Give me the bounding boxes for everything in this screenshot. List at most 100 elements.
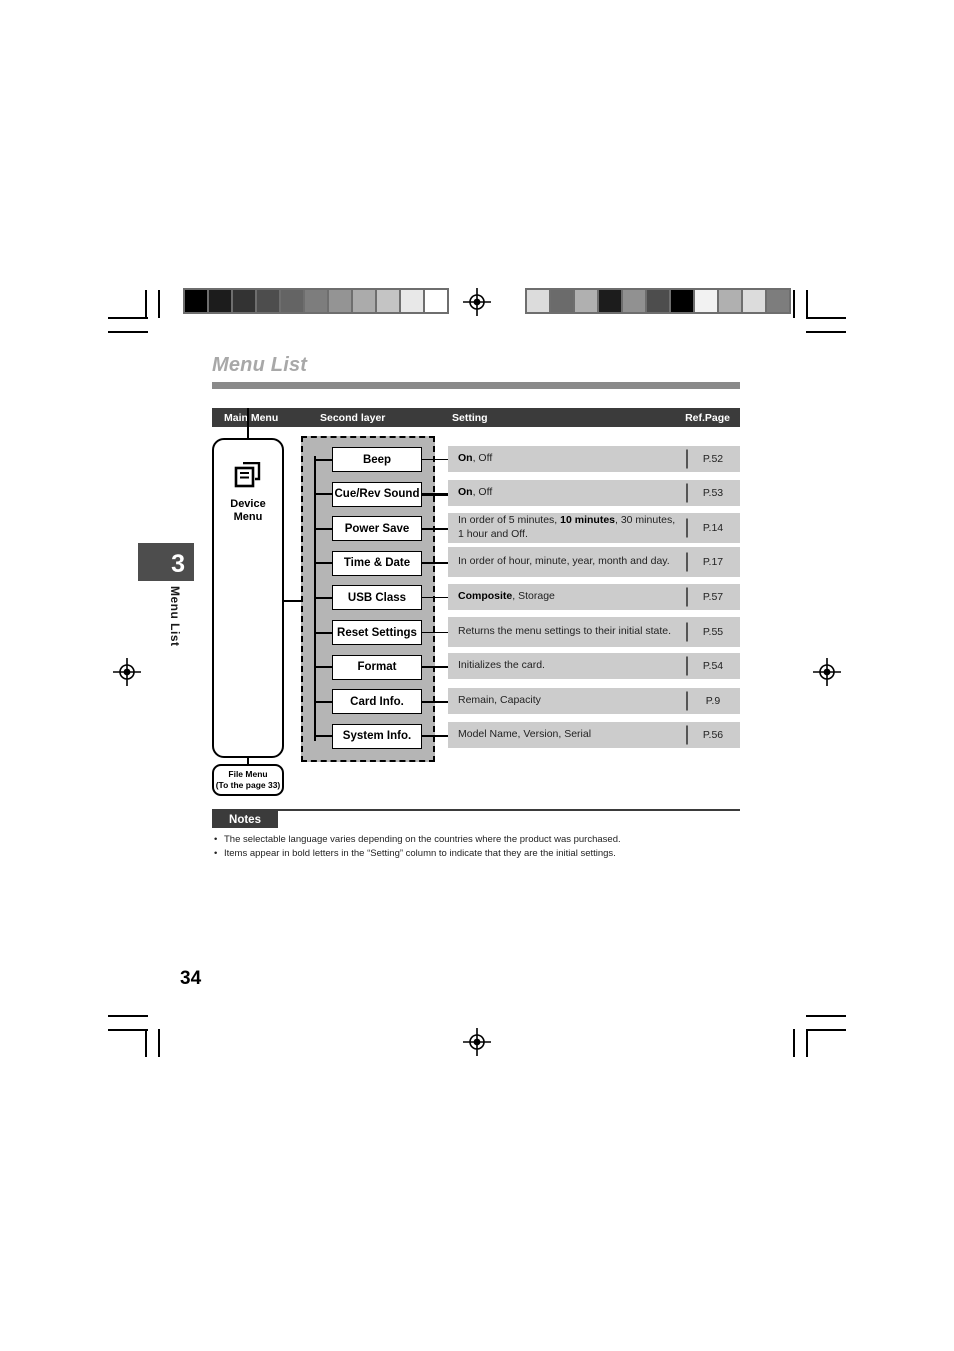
crop-mark-top-left-v: [145, 290, 147, 318]
colorbar-right: [525, 288, 791, 314]
crop-mark-bottom-right-h2: [806, 1029, 846, 1031]
connector-lead-line: [422, 596, 450, 599]
crop-mark-bottom-right-h: [806, 1015, 846, 1017]
colorbar-swatch: [353, 290, 375, 312]
colorbar-swatch: [599, 290, 621, 312]
crop-mark-top-right-v: [793, 290, 795, 318]
crop-mark-bottom-left-v2: [158, 1029, 160, 1057]
colorbar-swatch: [425, 290, 447, 312]
setting-row: Composite, Storage P.57: [448, 583, 740, 610]
registration-mark-top: [463, 288, 491, 316]
colorbar-swatch: [257, 290, 279, 312]
connector-lead-line: [422, 527, 450, 531]
colorbar-swatch: [233, 290, 255, 312]
connector-spine-stub: [314, 631, 334, 634]
connector-spine-stub: [314, 458, 334, 461]
setting-value: Composite, Storage: [458, 589, 555, 602]
crop-mark-bottom-right-v: [793, 1029, 795, 1057]
connector-lead-line: [422, 631, 450, 634]
ref-page-value: P.55: [702, 625, 724, 638]
page-title: Menu List: [212, 354, 308, 376]
chapter-tab: 3: [138, 543, 194, 581]
ref-page-value: P.17: [702, 556, 724, 569]
setting-row: On, Off P.52: [448, 445, 740, 472]
colorbar-swatch: [305, 290, 327, 312]
setting-value: Initializes the card.: [458, 659, 545, 672]
column-header-second-layer: Second layer: [320, 412, 386, 424]
second-layer-item-card-info[interactable]: Card Info.: [332, 689, 422, 715]
setting-value: Returns the menu settings to their initi…: [458, 624, 672, 637]
second-layer-item-reset-settings[interactable]: Reset Settings: [332, 620, 422, 645]
colorbar-swatch: [401, 290, 423, 312]
main-menu-device-menu-box: Device Menu: [212, 438, 284, 758]
setting-value: In order of 5 minutes, 10 minutes, 30 mi…: [458, 513, 676, 540]
chapter-number: 3: [171, 550, 185, 578]
colorbar-swatch: [719, 290, 741, 312]
note-item: • The selectable language varies dependin…: [212, 833, 740, 847]
ref-page-value: P.57: [702, 590, 724, 603]
crop-mark-bottom-left-h: [108, 1015, 148, 1017]
setting-value: In order of hour, minute, year, month an…: [458, 555, 670, 568]
connector-lead-line: [422, 666, 450, 668]
crop-mark-top-left-v2: [158, 290, 160, 318]
colorbar-swatch: [695, 290, 717, 312]
second-layer-item-time-date[interactable]: Time & Date: [332, 550, 422, 576]
setting-row: Initializes the card. P.54: [448, 653, 740, 680]
column-header-setting: Setting: [452, 412, 488, 424]
connector-lead-line: [422, 562, 450, 564]
chapter-label: Menu List: [168, 586, 182, 647]
setting-value: Remain, Capacity: [458, 693, 541, 706]
registration-mark-right: [813, 658, 841, 686]
crop-mark-bottom-right-v2: [806, 1029, 808, 1057]
registration-mark-left: [113, 658, 141, 686]
file-menu-box[interactable]: File Menu (To the page 33): [212, 764, 284, 796]
note-item: • Items appear in bold letters in the “Se…: [212, 847, 740, 861]
ref-page-value: P.56: [702, 729, 724, 742]
colorbar-swatch: [551, 290, 573, 312]
setting-row: Returns the menu settings to their initi…: [448, 616, 740, 647]
crop-mark-top-right-h2: [806, 331, 846, 333]
setting-row: Model Name, Version, Serial P.56: [448, 722, 740, 749]
connector-lead-line: [422, 700, 450, 704]
colorbar-swatch: [329, 290, 351, 312]
setting-row: On, Off P.53: [448, 480, 740, 507]
connector-lead-line: [422, 493, 450, 496]
file-menu-label-line2: (To the page 33): [215, 780, 281, 790]
notes-top-rule: [212, 809, 740, 811]
menu-flow-diagram: Device Menu Beep Cue/Rev Sound Power Save T…: [212, 408, 740, 780]
file-menu-label-line1: File Menu: [228, 769, 268, 780]
second-layer-item-usb-class[interactable]: USB Class: [332, 585, 422, 611]
colorbar-swatch: [185, 290, 207, 312]
colorbar-swatch: [209, 290, 231, 312]
crop-mark-bottom-left-v: [145, 1029, 147, 1057]
connector-header-to-device-menu: [247, 408, 249, 438]
main-menu-label: Device Menu: [214, 498, 282, 525]
connector-spine-stub: [314, 493, 334, 496]
colorbar-swatch: [743, 290, 765, 312]
title-underline-rule: [212, 382, 740, 389]
connector-spine-stub: [314, 666, 334, 669]
second-layer-item-cue-rev-sound[interactable]: Cue/Rev Sound: [332, 481, 422, 507]
connector-lead-line: [422, 735, 450, 737]
ref-page-value: P.53: [702, 487, 724, 500]
colorbar-swatch: [281, 290, 303, 312]
page-number: 34: [180, 968, 202, 989]
column-header-ref-page: Ref.Page: [685, 412, 730, 424]
setting-value: On, Off: [458, 486, 493, 499]
document-stack-icon: [234, 461, 262, 493]
colorbar-swatch: [623, 290, 645, 312]
ref-page-value: P.9: [705, 694, 721, 707]
registration-mark-bottom: [463, 1028, 491, 1056]
main-menu-label-line1: Device: [230, 498, 266, 510]
second-layer-item-format[interactable]: Format: [332, 654, 422, 680]
second-layer-item-system-info[interactable]: System Info.: [332, 723, 422, 749]
colorbar-swatch: [527, 290, 549, 312]
notes-list: • The selectable language varies dependin…: [212, 833, 740, 861]
second-layer-item-beep[interactable]: Beep: [332, 447, 422, 472]
second-layer-item-power-save[interactable]: Power Save: [332, 516, 422, 542]
notes-heading: Notes: [212, 811, 278, 828]
connector-spine-stub: [314, 735, 334, 738]
connector-spine-stub: [314, 527, 334, 530]
colorbar-swatch: [647, 290, 669, 312]
setting-row: Remain, Capacity P.9: [448, 687, 740, 714]
